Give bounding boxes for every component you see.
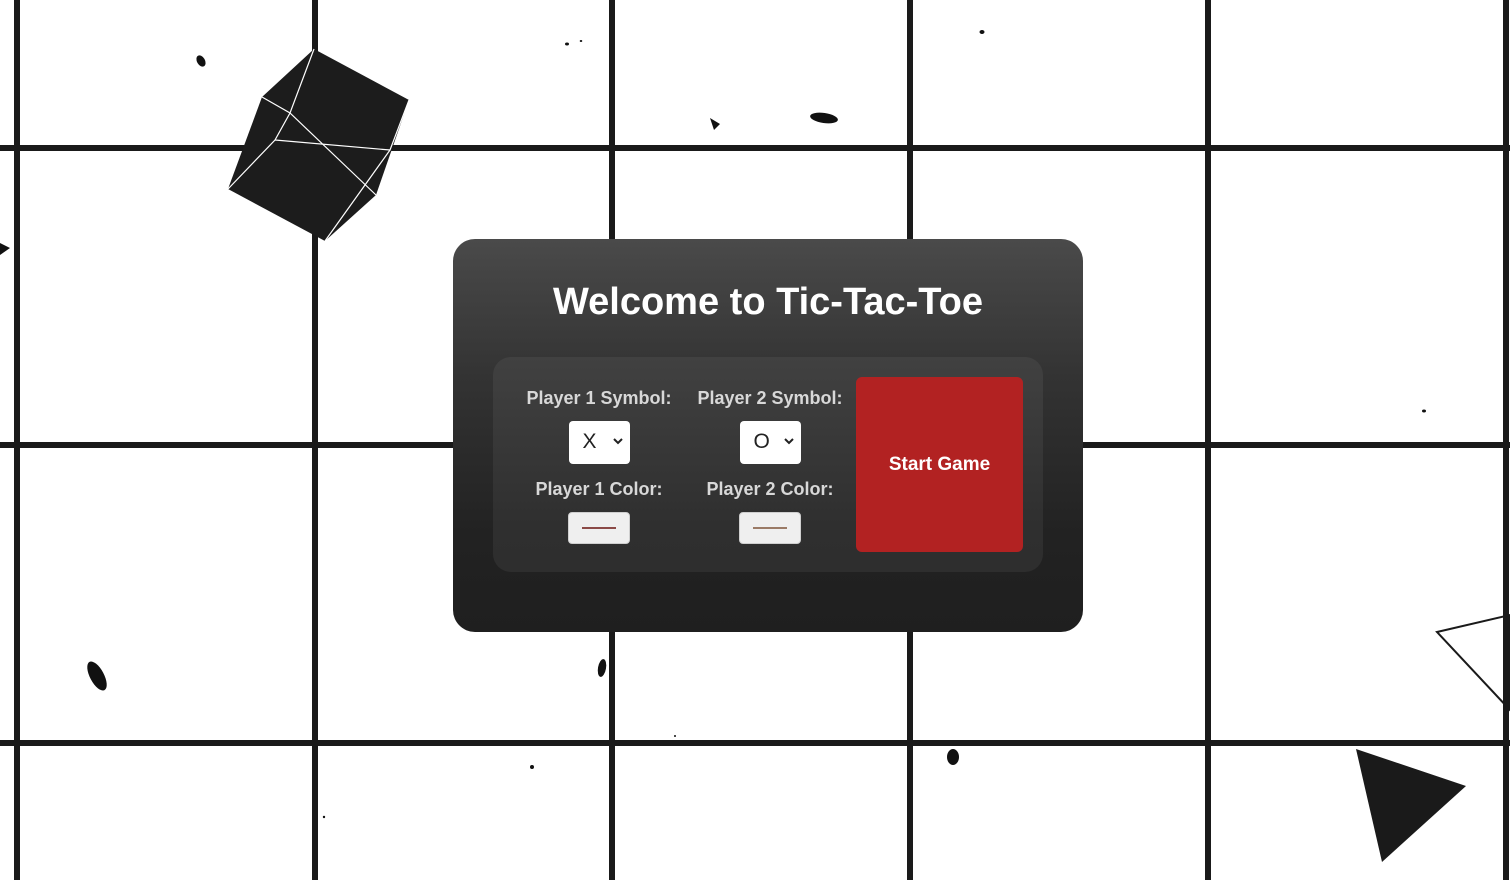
chevron-down-icon (783, 438, 794, 445)
setup-panel: Welcome to Tic-Tac-Toe Player 1 Symbol: … (453, 239, 1083, 632)
cube-decoration (227, 48, 410, 242)
player1-color-label: Player 1 Color: (535, 479, 663, 499)
player2-color-swatch (753, 527, 787, 529)
player2-symbol-select[interactable]: O (739, 421, 801, 464)
settings-form: Player 1 Symbol: X Player 1 Color: Playe… (493, 357, 1043, 572)
player2-symbol-value: O (753, 430, 770, 453)
player1-symbol-label: Player 1 Symbol: (526, 388, 672, 408)
player2-symbol-label: Player 2 Symbol: (697, 388, 843, 408)
player2-settings: Player 2 Symbol: O Player 2 Color: (690, 387, 850, 544)
game-setup-screen: Welcome to Tic-Tac-Toe Player 1 Symbol: … (0, 0, 1510, 880)
player1-color-picker[interactable] (568, 512, 630, 544)
player1-color-swatch (582, 527, 616, 529)
player1-symbol-select[interactable]: X (568, 421, 630, 464)
start-game-button[interactable]: Start Game (856, 377, 1023, 552)
chevron-down-icon (612, 438, 623, 445)
player1-symbol-value: X (582, 430, 597, 453)
player2-color-label: Player 2 Color: (706, 479, 834, 499)
triangle-outline-decoration (1435, 613, 1510, 712)
player2-color-picker[interactable] (739, 512, 801, 544)
player1-settings: Player 1 Symbol: X Player 1 Color: (519, 387, 679, 544)
triangle-filled-decoration (1356, 749, 1466, 862)
page-title: Welcome to Tic-Tac-Toe (552, 281, 984, 323)
